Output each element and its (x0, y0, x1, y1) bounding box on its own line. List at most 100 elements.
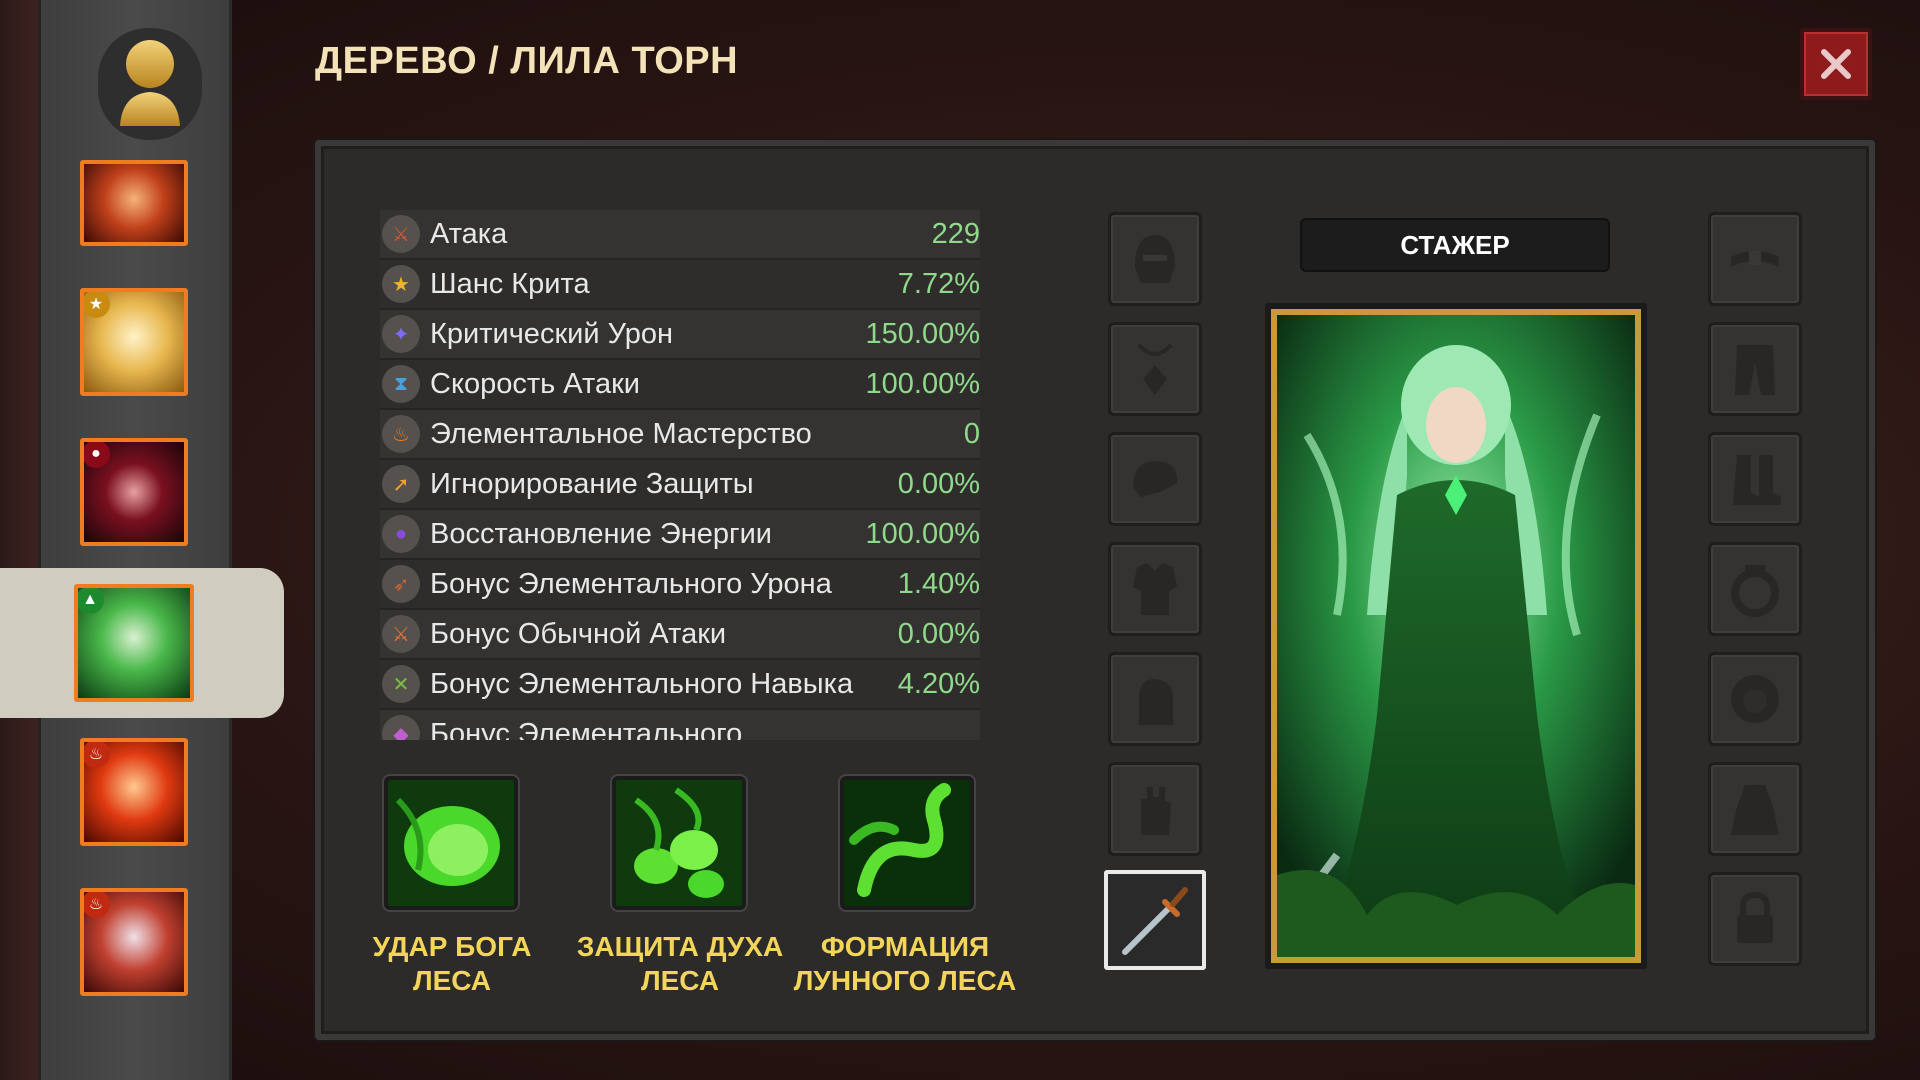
arrow-icon: ➚ (382, 465, 420, 503)
skill-icon-forest-spirit-guard[interactable] (612, 776, 746, 910)
stats-list[interactable]: ⚔ Атака 229 ★ Шанс Крита 7.72% ✦ Критиче… (380, 210, 980, 740)
stat-row: ⚔ Атака 229 (380, 210, 980, 260)
stat-value: 229 (931, 217, 980, 250)
chest-armor-icon (1133, 563, 1177, 615)
ring-icon (1731, 565, 1779, 617)
stat-value: 1.40% (897, 567, 980, 600)
hand-armor-icon (1141, 787, 1171, 835)
stat-row: ➚ Игнорирование Защиты 0.00% (380, 460, 980, 510)
green-comet-icon (388, 780, 514, 906)
skill-label: УДАР БОГА ЛЕСА (372, 931, 532, 996)
green-flames-icon (616, 780, 742, 906)
belt-icon (1731, 251, 1779, 267)
equip-slot-gloves[interactable] (1108, 652, 1202, 746)
stat-label: Критический Урон (430, 317, 673, 350)
star-icon: ★ (382, 265, 420, 303)
hero-tile-fire-3[interactable]: ♨ (80, 888, 188, 996)
hero-tile-light[interactable]: ★ (80, 288, 188, 396)
stat-row: ➶ Бонус Элементального Урона 1.40% (380, 560, 980, 610)
hourglass-icon: ⧗ (382, 365, 420, 403)
equip-slot-hand[interactable] (1108, 762, 1202, 856)
green-swirl-icon (844, 780, 970, 906)
hero-portrait-frame (1265, 303, 1647, 969)
equip-slot-pants[interactable] (1708, 322, 1802, 416)
stat-row: ✦ Критический Урон 150.00% (380, 310, 980, 360)
close-button[interactable] (1800, 28, 1872, 100)
stat-row: ⧗ Скорость Атаки 100.00% (380, 360, 980, 410)
stat-label: Скорость Атаки (430, 367, 640, 400)
rank-button[interactable]: СТАЖЕР (1300, 218, 1610, 272)
stat-label: Бонус Элементального Навыка (430, 667, 854, 700)
boots-icon (1733, 455, 1781, 505)
tree-element-icon: ▲ (78, 588, 104, 614)
stat-row: ♨ Элементальное Мастерство 0 (380, 410, 980, 460)
orb-icon: ● (382, 515, 420, 553)
stat-label: Восстановление Энергии (430, 517, 772, 550)
stat-value: 4.20% (897, 667, 980, 700)
equip-slot-boots[interactable] (1708, 432, 1802, 526)
stat-row: ✕ Бонус Элементального Навыка 4.20% (380, 660, 980, 710)
gauntlet-icon (1139, 679, 1173, 725)
forest-sorceress-portrait (1277, 315, 1635, 957)
stat-value: 100.00% (865, 517, 981, 550)
stat-row: ⚔ Бонус Обычной Атаки 0.00% (380, 610, 980, 660)
skill-label: ЗАЩИТА ДУХА ЛЕСА (576, 931, 784, 996)
hero-tile-dark[interactable]: ● (80, 438, 188, 546)
stat-value: 0 (963, 417, 980, 450)
stat-row: ● Восстановление Энергии 100.00% (380, 510, 980, 560)
equip-slot-amulet[interactable] (1108, 322, 1202, 416)
stat-row: ★ Шанс Крита 7.72% (380, 260, 980, 310)
cloak-icon (1731, 785, 1779, 835)
hero-tile-fire-2[interactable]: ♨ (80, 738, 188, 846)
light-element-icon: ★ (84, 292, 110, 318)
equip-slot-shoulder[interactable] (1108, 432, 1202, 526)
gem-icon: ◆ (382, 715, 420, 740)
equip-slot-helmet[interactable] (1108, 212, 1202, 306)
stat-label: Игнорирование Защиты (430, 467, 754, 500)
profile-button[interactable] (98, 28, 202, 140)
stat-value: 0.00% (897, 467, 980, 500)
equip-slot-chest[interactable] (1108, 542, 1202, 636)
stat-value: 100.00% (865, 367, 981, 400)
crossbow-icon: ✕ (382, 665, 420, 703)
crystal-icon: ✦ (382, 315, 420, 353)
skill-icon-moon-forest-formation[interactable] (840, 776, 974, 910)
stat-label: Атака (430, 217, 508, 250)
equip-slot-locked[interactable] (1708, 872, 1802, 966)
stat-value: 150.00% (865, 317, 981, 350)
left-edge (0, 0, 38, 1080)
equip-slot-belt[interactable] (1708, 212, 1802, 306)
stat-label: Бонус Элементального Урона (430, 567, 832, 600)
bow-icon: ➶ (382, 565, 420, 603)
amulet-icon (1137, 343, 1173, 395)
hero-tile-wood-selected[interactable]: ▲ (74, 584, 194, 702)
page-title: ДЕРЕВО / ЛИЛА ТОРН (315, 40, 739, 82)
blood-element-icon: ● (84, 442, 110, 468)
stat-label: Бонус Элементального (430, 717, 743, 741)
fire-element-icon: ♨ (84, 892, 110, 918)
skill-icon-forest-god-strike[interactable] (384, 776, 518, 910)
equip-slot-emblem[interactable] (1708, 652, 1802, 746)
sword-icon (1122, 887, 1188, 955)
equip-slot-weapon[interactable] (1104, 870, 1206, 970)
hero-portrait (1271, 309, 1641, 963)
equip-slot-ring[interactable] (1708, 542, 1802, 636)
skill-label: ФОРМАЦИЯ ЛУННОГО ЛЕСА (793, 931, 1017, 996)
helmet-icon (1135, 235, 1175, 283)
shoulder-armor-icon (1133, 461, 1178, 497)
pawn-icon (120, 40, 180, 126)
lock-icon (1737, 891, 1773, 943)
stat-label: Бонус Обычной Атаки (430, 617, 727, 650)
pants-icon (1735, 345, 1775, 395)
sword-icon: ⚔ (382, 215, 420, 253)
equip-slot-cloak[interactable] (1708, 762, 1802, 856)
blade-icon: ⚔ (382, 615, 420, 653)
close-icon (1821, 49, 1851, 79)
hero-tile-fire-1[interactable] (80, 160, 188, 246)
stat-value: 0.00% (897, 617, 980, 650)
stat-value: 7.72% (897, 267, 980, 300)
stat-row: ◆ Бонус Элементального (380, 710, 980, 740)
lion-head-icon (1731, 675, 1779, 723)
flame-icon: ♨ (382, 415, 420, 453)
stat-label: Шанс Крита (430, 267, 590, 300)
